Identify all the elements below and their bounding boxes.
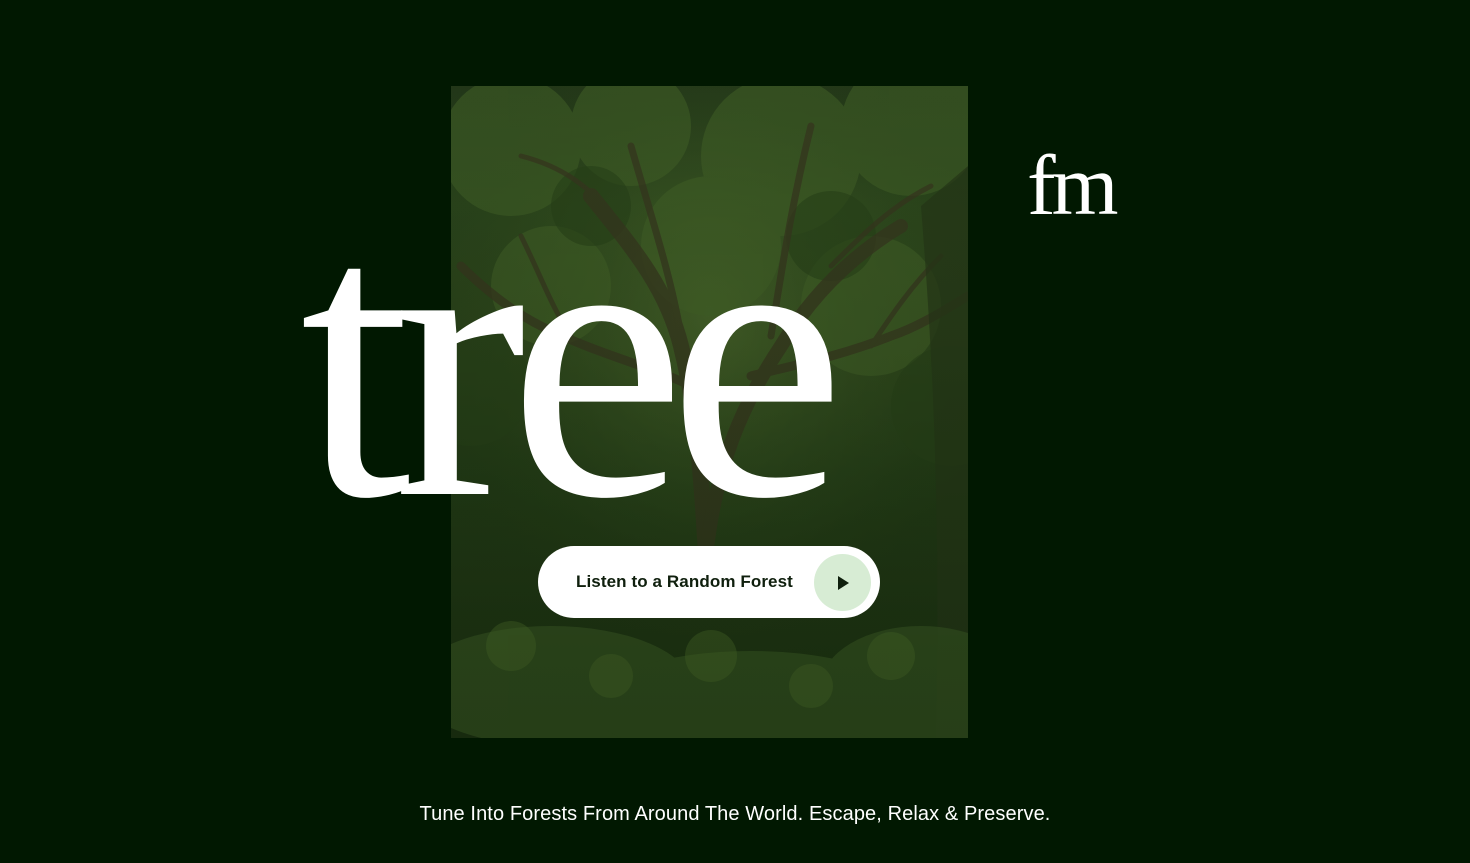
forest-illustration — [451, 86, 968, 738]
brand-superscript: fm — [1027, 137, 1119, 233]
tagline: Tune Into Forests From Around The World.… — [419, 803, 1051, 825]
landing-page: tree fm Listen to a Random Forest Tune I… — [0, 0, 1470, 863]
play-icon — [814, 554, 871, 611]
play-triangle — [837, 575, 849, 590]
forest-photo — [451, 86, 968, 738]
random-forest-button-label: Listen to a Random Forest — [576, 572, 793, 591]
random-forest-button[interactable]: Listen to a Random Forest — [538, 546, 880, 618]
